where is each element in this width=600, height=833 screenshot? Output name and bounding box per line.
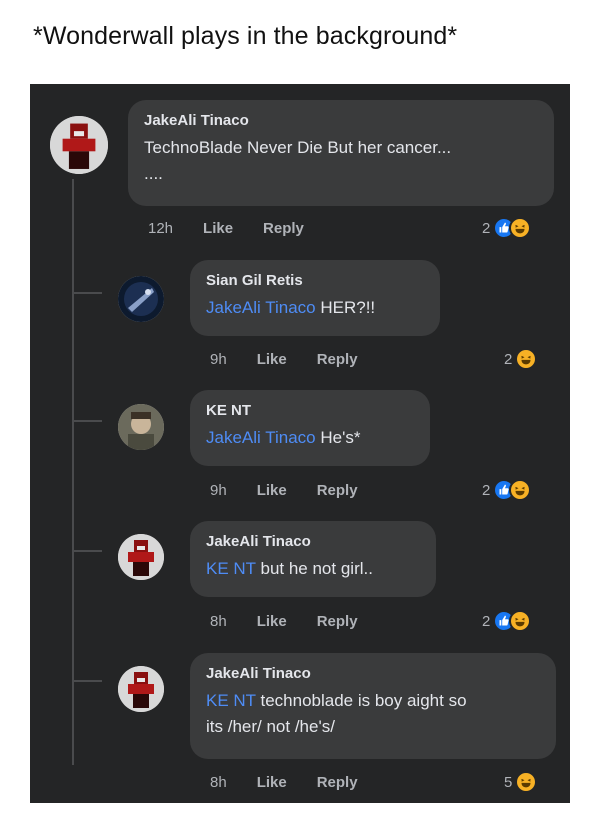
comment-bubble: JakeAli Tinaco TechnoBlade Never Die But…	[128, 100, 554, 206]
comment-actions: 9h Like Reply	[210, 482, 388, 499]
thread-branch	[72, 550, 102, 552]
comment-author[interactable]: KE NT	[206, 402, 414, 419]
reaction-count: 2	[504, 350, 513, 368]
reaction-summary[interactable]: 2	[482, 479, 532, 501]
comment-author[interactable]: Sian Gil Retis	[206, 272, 424, 289]
comment-bubble: JakeAli Tinaco KE NT technoblade is boy …	[190, 653, 556, 759]
reply-button[interactable]: Reply	[263, 220, 304, 237]
reply-button[interactable]: Reply	[317, 774, 358, 791]
reaction-summary[interactable]: 2	[482, 217, 532, 239]
like-button[interactable]: Like	[203, 220, 233, 237]
reaction-count: 2	[482, 612, 491, 630]
reply-button[interactable]: Reply	[317, 351, 358, 368]
comment-time[interactable]: 9h	[210, 482, 227, 499]
comment-actions: 8h Like Reply	[210, 613, 388, 630]
avatar[interactable]	[118, 534, 164, 580]
like-button[interactable]: Like	[257, 482, 287, 499]
reaction-summary[interactable]: 2	[482, 610, 532, 632]
mention-link[interactable]: JakeAli Tinaco	[206, 298, 316, 317]
like-button[interactable]: Like	[257, 613, 287, 630]
like-button[interactable]: Like	[257, 351, 287, 368]
reaction-summary[interactable]: 2	[504, 348, 538, 370]
comment-time[interactable]: 8h	[210, 613, 227, 630]
mention-link[interactable]: JakeAli Tinaco	[206, 428, 316, 447]
avatar[interactable]	[118, 404, 164, 450]
reaction-count: 2	[482, 481, 491, 499]
comment-text: ....	[144, 164, 163, 183]
avatar[interactable]	[118, 276, 164, 322]
avatar[interactable]	[50, 116, 108, 174]
haha-icon	[509, 479, 532, 501]
thread-line	[72, 179, 74, 765]
comment-author[interactable]: JakeAli Tinaco	[144, 112, 538, 129]
comment-bubble: JakeAli Tinaco KE NT but he not girl..	[190, 521, 436, 597]
haha-icon	[515, 348, 538, 370]
haha-icon	[509, 217, 532, 239]
reaction-count: 2	[482, 219, 491, 237]
comment-text: its /her/ not /he's/	[206, 717, 335, 736]
avatar[interactable]	[118, 666, 164, 712]
reply-button[interactable]: Reply	[317, 482, 358, 499]
haha-icon	[515, 771, 538, 793]
reaction-summary[interactable]: 5	[504, 771, 538, 793]
comment-actions: 8h Like Reply	[210, 774, 388, 791]
comment-author[interactable]: JakeAli Tinaco	[206, 665, 540, 682]
haha-icon	[509, 610, 532, 632]
thread-branch	[72, 420, 102, 422]
comment-time[interactable]: 8h	[210, 774, 227, 791]
reply-button[interactable]: Reply	[317, 613, 358, 630]
comment-bubble: KE NT JakeAli Tinaco He's*	[190, 390, 430, 466]
comment-actions: 9h Like Reply	[210, 351, 388, 368]
thread-branch	[72, 680, 102, 682]
reaction-count: 5	[504, 773, 513, 791]
comment-bubble: Sian Gil Retis JakeAli Tinaco HER?!!	[190, 260, 440, 336]
comment-text: JakeAli Tinaco He's*	[206, 428, 361, 447]
comment-time[interactable]: 12h	[148, 220, 173, 237]
caption: *Wonderwall plays in the background*	[33, 22, 458, 50]
comment-text: KE NT but he not girl..	[206, 559, 373, 578]
comment-time[interactable]: 9h	[210, 351, 227, 368]
comment-author[interactable]: JakeAli Tinaco	[206, 533, 420, 550]
comment-actions: 12h Like Reply	[148, 220, 334, 237]
comment-text: JakeAli Tinaco HER?!!	[206, 298, 376, 317]
comment-text: KE NT technoblade is boy aight so	[206, 691, 467, 710]
comment-text: TechnoBlade Never Die But her cancer...	[144, 138, 452, 157]
mention-link[interactable]: KE NT	[206, 691, 256, 710]
like-button[interactable]: Like	[257, 774, 287, 791]
thread-branch	[72, 292, 102, 294]
comment-thread: JakeAli Tinaco TechnoBlade Never Die But…	[30, 84, 570, 803]
mention-link[interactable]: KE NT	[206, 559, 256, 578]
